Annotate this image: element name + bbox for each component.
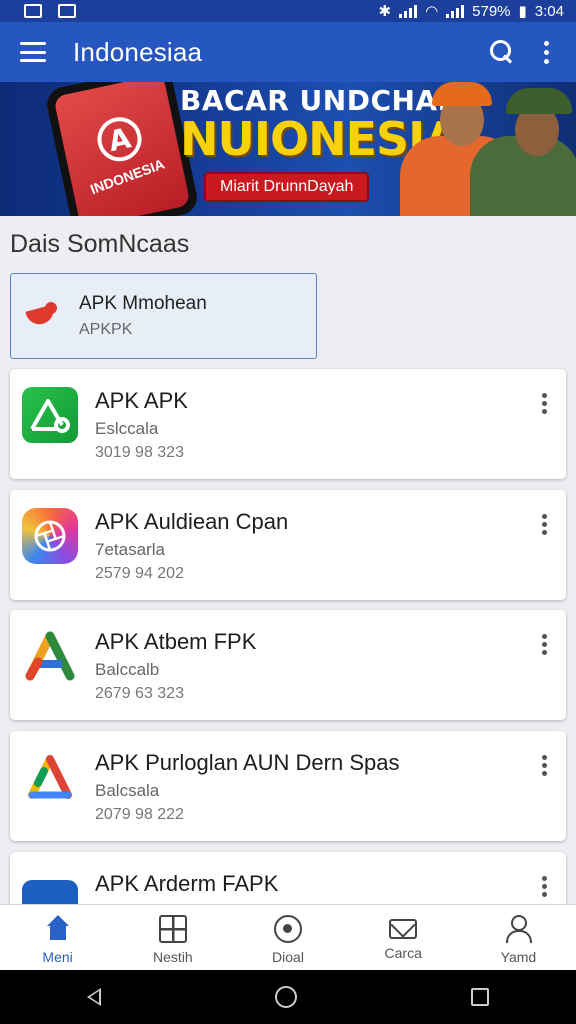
phone-text: INDONESIA <box>88 155 167 198</box>
recent-apps-icon[interactable] <box>471 988 489 1006</box>
nav-label: Yamd <box>500 949 537 965</box>
status-indicators: ✱ ◠ 579% ▮ 3:04 <box>378 2 564 21</box>
app-name: APK Arderm FAPK <box>95 871 279 896</box>
bird-icon <box>23 300 63 332</box>
app-bar: Indonesiaa <box>0 22 576 82</box>
nav-item-profile[interactable]: Yamd <box>461 905 576 970</box>
app-card[interactable]: APK APK Eslccala 3019 98 323 <box>10 369 566 479</box>
app-meta: 2079 98 222 <box>95 806 184 823</box>
search-icon[interactable] <box>488 38 516 66</box>
app-title: Indonesiaa <box>73 36 203 67</box>
home-icon <box>44 915 72 943</box>
battery-icon: ▮ <box>518 3 527 20</box>
app-card[interactable]: APK Auldiean Cpan 7etasarla 2579 94 202 <box>10 490 566 600</box>
featured-app-card[interactable]: APK Mmohean APKPK <box>10 273 317 359</box>
wifi-icon: ◠ <box>425 3 439 20</box>
system-home-icon[interactable] <box>275 986 297 1008</box>
overflow-menu-icon[interactable] <box>540 874 547 899</box>
banner-cta-button[interactable]: Miarit DrunnDayah <box>204 172 370 202</box>
battery-percent: 579% <box>472 2 511 20</box>
overflow-menu-icon[interactable] <box>540 632 547 657</box>
app-card[interactable]: APK Purloglan AUN Dern Spas Balcsala 207… <box>10 731 566 841</box>
phone-illustration: A INDONESIA <box>43 82 201 216</box>
rainbow-aperture-icon <box>22 508 78 564</box>
app-developer: Balcsala <box>95 781 160 800</box>
nav-label: Nestih <box>152 949 193 965</box>
status-notifications <box>24 4 76 18</box>
signal-icon-2 <box>446 4 465 18</box>
nav-item-disc[interactable]: Dioal <box>230 905 345 970</box>
app-meta: 2579 94 202 <box>95 565 184 582</box>
multicolor-a-icon <box>22 628 78 684</box>
phone-logo: A <box>93 113 146 166</box>
overflow-menu-icon[interactable] <box>540 391 547 416</box>
app-card[interactable]: APK Atbem FPK Balccalb 2679 63 323 <box>10 610 566 720</box>
nav-item-grid[interactable]: Nestih <box>115 905 230 970</box>
bottom-navigation: Meni Nestih Dioal Carca Yamd <box>0 904 576 970</box>
gallery-notification-icon <box>58 4 76 18</box>
signal-icon <box>399 4 418 18</box>
app-name: APK Atbem FPK <box>95 629 257 654</box>
hamburger-menu-icon[interactable] <box>20 42 46 62</box>
featured-app-name: APK Mmohean <box>79 293 207 314</box>
back-icon[interactable] <box>87 988 101 1006</box>
disc-icon <box>274 915 302 943</box>
app-developer: 7etasarla <box>95 540 165 559</box>
mail-icon <box>389 919 418 939</box>
nav-label: Carca <box>384 945 422 961</box>
featured-app-subtitle: APKPK <box>79 321 133 338</box>
app-name: APK Auldiean Cpan <box>95 509 289 534</box>
bluetooth-icon: ✱ <box>378 3 392 20</box>
grid-icon <box>158 915 187 943</box>
green-a-icon <box>22 387 78 443</box>
app-name: APK Purloglan AUN Dern Spas <box>95 750 400 775</box>
nav-label: Meni <box>42 949 73 965</box>
app-name: APK APK <box>95 388 188 413</box>
user-icon <box>504 915 533 943</box>
nav-item-home[interactable]: Meni <box>0 905 115 970</box>
system-navigation-bar <box>0 970 576 1024</box>
section-title: Dais SomNcaas <box>10 230 190 258</box>
app-developer: Balccalb <box>95 660 160 679</box>
promo-banner[interactable]: A INDONESIA BACAR UNDCHAN NUIONESIA Miar… <box>0 82 576 216</box>
nav-label: Dioal <box>272 949 304 965</box>
image-notification-icon <box>24 4 42 18</box>
app-meta: 3019 98 323 <box>95 444 184 461</box>
hard-hat-2 <box>506 88 572 114</box>
app-meta: 2679 63 323 <box>95 685 184 702</box>
overflow-menu-icon[interactable] <box>540 512 547 537</box>
status-bar: ✱ ◠ 579% ▮ 3:04 <box>0 0 576 22</box>
nav-item-mail[interactable]: Carca <box>346 905 461 970</box>
more-options-icon[interactable] <box>544 40 550 64</box>
app-developer: Eslccala <box>95 419 159 438</box>
google-a-icon <box>22 749 78 805</box>
hard-hat-1 <box>432 82 492 106</box>
overflow-menu-icon[interactable] <box>540 753 547 778</box>
clock: 3:04 <box>534 2 564 20</box>
